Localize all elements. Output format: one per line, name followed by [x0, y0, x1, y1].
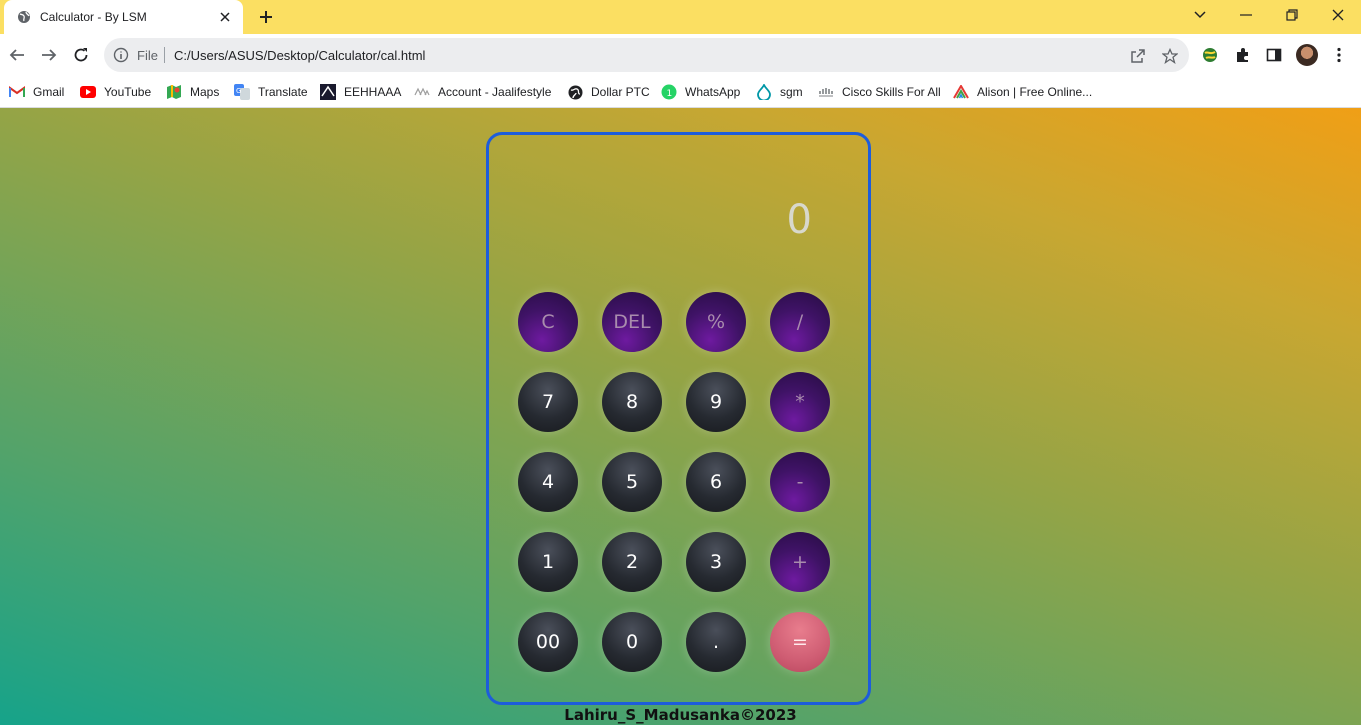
bookmark-label: Dollar PTC [591, 85, 650, 99]
tab-title: Calculator - By LSM [40, 10, 147, 24]
forward-arrow-icon[interactable] [37, 43, 61, 67]
share-icon[interactable] [1129, 47, 1147, 65]
equals-button[interactable]: = [770, 612, 830, 672]
footer-credit: Lahiru_S_Madusanka©2023 [564, 706, 797, 724]
7-button[interactable]: 7 [518, 372, 578, 432]
profile-avatar[interactable] [1296, 44, 1318, 66]
bookmark-label: sgm [780, 85, 803, 99]
close-window-icon[interactable] [1323, 4, 1353, 26]
eehhaaa-icon [320, 84, 336, 100]
url-scheme-label: File [137, 48, 158, 63]
bookmark-dollar-ptc[interactable]: Dollar PTC [567, 82, 650, 102]
bookmark-eehhaaa[interactable]: EEHHAAA [320, 82, 401, 102]
url-text[interactable]: C:/Users/ASUS/Desktop/Calculator/cal.htm… [174, 48, 425, 63]
percent-button[interactable]: % [686, 292, 746, 352]
bookmark-label: Maps [190, 85, 220, 99]
subtract-button[interactable]: - [770, 452, 830, 512]
bookmark-translate[interactable]: G Translate [234, 82, 308, 102]
globe-icon [17, 10, 31, 24]
drop-icon [756, 84, 772, 100]
extension-globe-icon[interactable] [1200, 45, 1220, 65]
reload-icon[interactable] [69, 43, 93, 67]
gmail-icon [9, 84, 25, 100]
4-button[interactable]: 4 [518, 452, 578, 512]
double-zero-button[interactable]: 00 [518, 612, 578, 672]
youtube-icon [80, 84, 96, 100]
9-button[interactable]: 9 [686, 372, 746, 432]
clear-button[interactable]: C [518, 292, 578, 352]
svg-text:G: G [236, 87, 241, 95]
bookmark-jaalifestyle[interactable]: Account - Jaalifestyle [414, 82, 551, 102]
address-bar[interactable]: File C:/Users/ASUS/Desktop/Calculator/ca… [104, 38, 1189, 72]
0-button[interactable]: 0 [602, 612, 662, 672]
calculator-display: 0 [786, 197, 812, 243]
bookmark-sgm[interactable]: sgm [756, 82, 803, 102]
bookmark-maps[interactable]: Maps [166, 82, 219, 102]
tab-search-chevron-icon[interactable] [1185, 4, 1215, 26]
bookmark-label: Alison | Free Online... [977, 85, 1093, 99]
svg-text:1: 1 [667, 89, 673, 99]
page-content: 0 C DEL%/7 8 9 * 4 5 6-1 2 3 +00 0. = Lahiru_S_Madus… [0, 108, 1361, 725]
2-button[interactable]: 2 [602, 532, 662, 592]
restore-icon[interactable] [1277, 4, 1307, 26]
alison-icon [953, 84, 969, 100]
maps-icon [166, 84, 182, 100]
multiply-button[interactable]: * [770, 372, 830, 432]
back-arrow-icon[interactable] [5, 43, 29, 67]
more-menu-icon[interactable] [1329, 45, 1349, 65]
translate-icon: G [234, 84, 250, 100]
jaalifestyle-icon [414, 84, 430, 100]
calculator-frame: 0 C DEL%/7 8 9 * 4 5 6-1 2 3 +00 0. = [486, 132, 871, 705]
extensions-puzzle-icon[interactable] [1233, 45, 1253, 65]
bookmark-label: Translate [258, 85, 308, 99]
bookmark-label: Cisco Skills For All [842, 85, 941, 99]
1-button[interactable]: 1 [518, 532, 578, 592]
bookmark-whatsapp[interactable]: 1 WhatsApp [661, 82, 740, 102]
delete-button[interactable]: DEL [602, 292, 662, 352]
bookmark-label: YouTube [104, 85, 152, 99]
bookmark-label: Account - Jaalifestyle [438, 85, 552, 99]
url-divider [164, 47, 165, 63]
new-tab-button[interactable] [255, 6, 277, 28]
decimal-button[interactable]: . [686, 612, 746, 672]
cisco-icon [818, 84, 834, 100]
side-panel-icon[interactable] [1264, 45, 1284, 65]
bookmark-gmail[interactable]: Gmail [9, 82, 64, 102]
bookmark-label: WhatsApp [685, 85, 741, 99]
bookmark-alison[interactable]: Alison | Free Online... [953, 82, 1092, 102]
bookmark-label: EEHHAAA [344, 85, 402, 99]
3-button[interactable]: 3 [686, 532, 746, 592]
globe-icon [567, 84, 583, 100]
5-button[interactable]: 5 [602, 452, 662, 512]
6-button[interactable]: 6 [686, 452, 746, 512]
add-button[interactable]: + [770, 532, 830, 592]
tab-strip: Calculator - By LSM [0, 0, 1361, 34]
bookmark-cisco[interactable]: Cisco Skills For All [818, 82, 941, 102]
bookmarks-bar: Gmail YouTube Maps G Translate EEHHAAA A… [0, 76, 1361, 108]
whatsapp-icon: 1 [661, 84, 677, 100]
site-info-icon[interactable] [113, 47, 129, 63]
bookmark-youtube[interactable]: YouTube [80, 82, 151, 102]
minimize-icon[interactable] [1231, 4, 1261, 26]
browser-tab[interactable]: Calculator - By LSM [4, 0, 243, 34]
browser-toolbar: File C:/Users/ASUS/Desktop/Calculator/ca… [0, 34, 1361, 76]
8-button[interactable]: 8 [602, 372, 662, 432]
bookmark-label: Gmail [33, 85, 65, 99]
bookmark-star-icon[interactable] [1161, 47, 1179, 65]
divide-button[interactable]: / [770, 292, 830, 352]
close-tab-icon[interactable] [217, 9, 233, 25]
